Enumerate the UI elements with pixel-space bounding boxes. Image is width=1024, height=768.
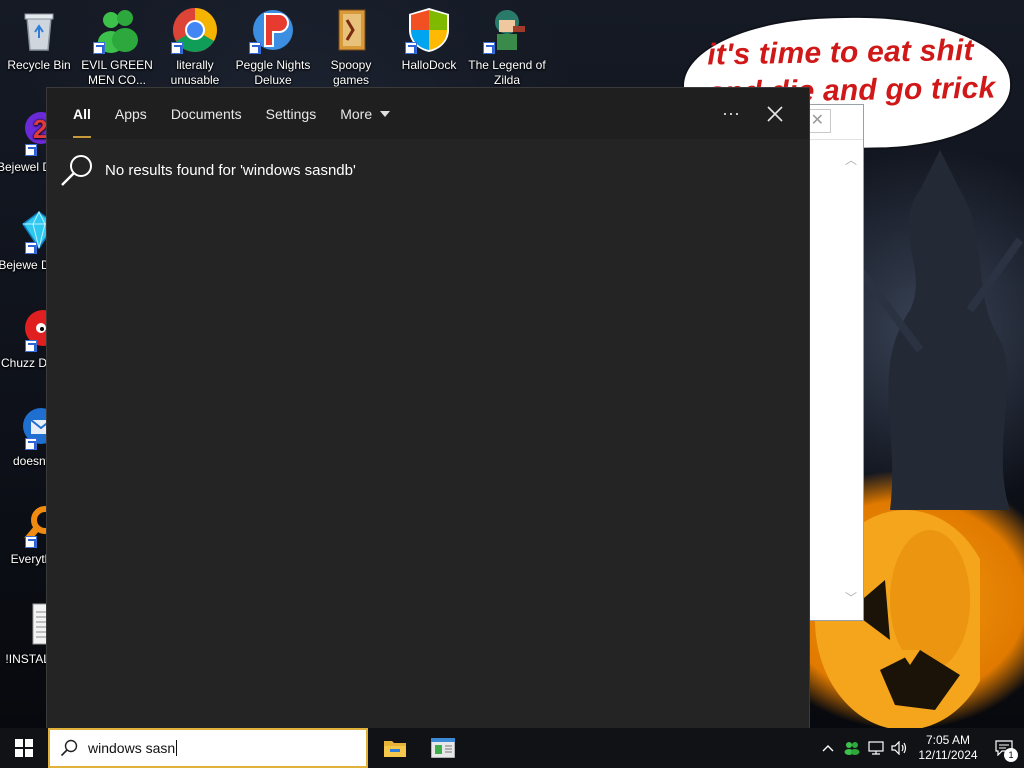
start-button[interactable] (0, 728, 48, 768)
search-icon (60, 739, 78, 757)
no-results-message: No results found for 'windows sasndb' (105, 161, 356, 179)
desktop-icon-label: Peggle Nights Deluxe (235, 58, 311, 87)
tab-label: Settings (265, 105, 317, 122)
shortcut-arrow-icon (25, 536, 37, 548)
search-icon (61, 155, 92, 186)
scroll-up-icon[interactable]: ︿ (845, 151, 857, 168)
system-tray: 7:05 AM 12/11/2024 1 (816, 728, 1024, 768)
tray-app-people[interactable] (840, 728, 864, 768)
recycle-bin-icon (15, 6, 63, 54)
desktop-icon-literally-unusable[interactable]: literally unusable (156, 6, 234, 88)
clock-date: 12/11/2024 (918, 748, 978, 762)
desktop-icon-hallodock[interactable]: HalloDock (390, 6, 468, 73)
desktop-icon-recycle-bin[interactable]: Recycle Bin (0, 6, 78, 73)
desktop-icon-label: HalloDock (401, 58, 457, 72)
speaker-icon (891, 741, 907, 755)
tab-all[interactable]: All (61, 88, 103, 139)
shortcut-arrow-icon (249, 42, 261, 54)
taskbar: windows sasn 7:05 AM 12/11/2024 1 (0, 728, 1024, 768)
search-filter-tabs: All Apps Documents Settings More (61, 88, 402, 139)
shortcut-arrow-icon (405, 42, 417, 54)
chrome-icon (171, 6, 219, 54)
desktop-icon-label: Spoopy games (330, 58, 372, 87)
chevron-up-icon (822, 745, 834, 752)
search-panel-header: All Apps Documents Settings More ··· (47, 88, 809, 139)
tab-settings[interactable]: Settings (254, 88, 329, 139)
tab-label: Documents (170, 105, 242, 122)
volume-button[interactable] (888, 728, 912, 768)
peggle-icon (249, 6, 297, 54)
desktop-icon-peggle[interactable]: Peggle Nights Deluxe (234, 6, 312, 88)
tab-apps[interactable]: Apps (103, 88, 159, 139)
desktop-icon-label: The Legend of Zilda (468, 58, 546, 87)
desktop-icon-label: literally unusable (170, 58, 220, 87)
desktop-icon-evil-green-men[interactable]: EVIL GREEN MEN CO... (78, 6, 156, 88)
show-hidden-icons-button[interactable] (816, 728, 840, 768)
shortcut-arrow-icon (25, 144, 37, 156)
tab-more[interactable]: More (328, 88, 402, 139)
action-center-button[interactable]: 1 (984, 728, 1024, 768)
shortcut-arrow-icon (25, 438, 37, 450)
search-results-panel: All Apps Documents Settings More ··· No … (47, 88, 809, 728)
network-button[interactable] (864, 728, 888, 768)
people-icon (844, 742, 860, 755)
more-options-button[interactable]: ··· (711, 94, 751, 134)
taskbar-clock[interactable]: 7:05 AM 12/11/2024 (912, 733, 984, 763)
clock-time: 7:05 AM (925, 733, 971, 747)
taskbar-file-explorer[interactable] (371, 728, 419, 768)
windows-logo-icon (15, 739, 33, 757)
shortcut-arrow-icon (93, 42, 105, 54)
notification-count-badge: 1 (1004, 748, 1018, 762)
tab-documents[interactable]: Documents (159, 88, 254, 139)
desktop-icon-label: EVIL GREEN MEN CO... (81, 58, 153, 87)
desktop-icon-label: Recycle Bin (7, 58, 71, 72)
tree-silhouette (856, 150, 1024, 510)
shortcut-arrow-icon (25, 340, 37, 352)
app-window-icon (431, 738, 455, 758)
tab-label: All (73, 105, 91, 122)
character-icon (483, 6, 531, 54)
svg-text:2: 2 (33, 114, 47, 144)
taskbar-app-window[interactable] (419, 728, 467, 768)
header-actions: ··· (711, 88, 795, 139)
desktop-icon-legend-of-zilda[interactable]: The Legend of Zilda (468, 6, 546, 88)
file-explorer-icon (384, 741, 406, 757)
tab-label: More (340, 105, 373, 122)
search-input[interactable]: windows sasn (88, 740, 178, 756)
desktop-icon-spoopy-games[interactable]: Spoopy games (312, 6, 390, 88)
ellipsis-icon: ··· (722, 103, 740, 123)
shortcut-arrow-icon (171, 42, 183, 54)
chevron-down-icon (380, 110, 391, 117)
tab-label: Apps (114, 105, 147, 122)
no-results-row: No results found for 'windows sasndb' (59, 152, 356, 188)
taskbar-search-box[interactable]: windows sasn (48, 728, 368, 768)
shield-icon (405, 6, 453, 54)
close-icon (767, 105, 783, 122)
shortcut-arrow-icon (25, 242, 37, 254)
close-button[interactable] (755, 94, 795, 134)
folder-icon (327, 6, 375, 54)
shortcut-arrow-icon (483, 42, 495, 54)
scroll-down-icon[interactable]: ﹀ (845, 589, 857, 606)
network-icon (868, 741, 884, 755)
people-icon (93, 6, 141, 54)
